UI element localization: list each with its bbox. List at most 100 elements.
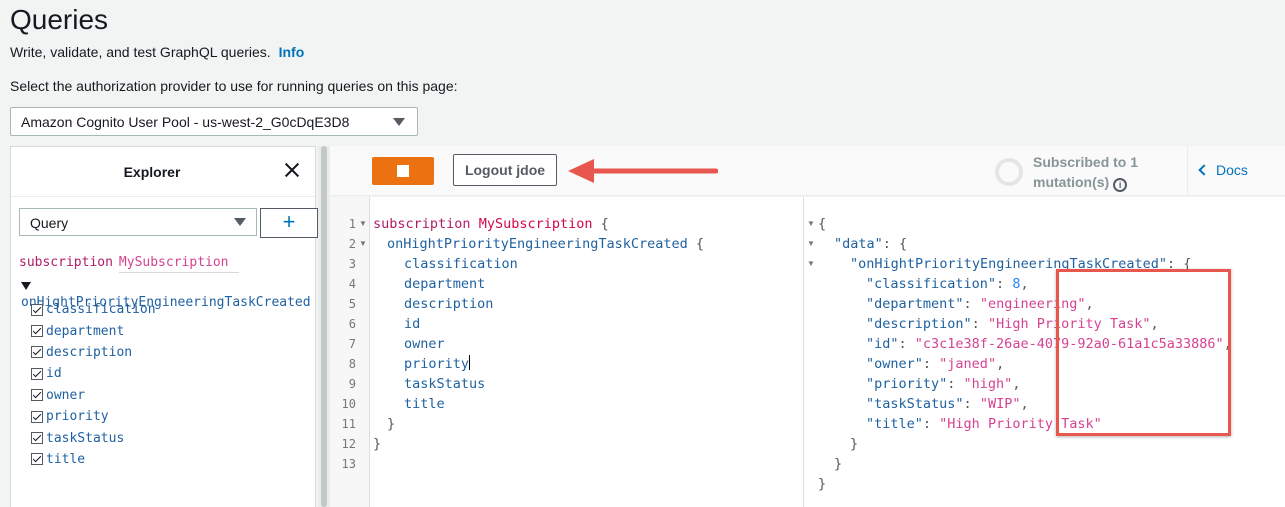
fold-arrow-icon[interactable]: ▼ xyxy=(359,214,367,234)
query-editor[interactable]: 1 ▼ 2 ▼ 3 4 5 6 7 8 9 10 11 12 13 subscr… xyxy=(330,197,803,507)
triangle-down-icon xyxy=(21,282,31,290)
info-icon[interactable]: i xyxy=(1113,178,1128,192)
stop-subscription-button[interactable] xyxy=(372,157,434,185)
page-title: Queries xyxy=(10,4,109,35)
field-label: description xyxy=(46,344,133,360)
checkbox-checked-icon xyxy=(31,303,43,316)
field-item-owner[interactable]: owner xyxy=(31,385,156,406)
auth-provider-label: Select the authorization provider to use… xyxy=(10,78,458,94)
result-brace: } xyxy=(818,476,827,492)
result-key: "department" xyxy=(866,296,964,312)
code-brace: } xyxy=(373,436,382,452)
checkbox-checked-icon xyxy=(31,432,43,445)
code-line: subscription MySubscription { xyxy=(373,214,609,234)
result-key: "description" xyxy=(866,316,972,332)
checkbox-checked-icon xyxy=(31,325,43,338)
result-key: "data" xyxy=(834,236,883,252)
subscription-status: Subscribed to 1 mutation(s) i xyxy=(995,152,1155,192)
result-key: "title" xyxy=(866,416,923,432)
result-brace: } xyxy=(850,436,859,452)
chevron-left-icon xyxy=(1198,164,1210,176)
result-entry: "taskStatus": "WIP", xyxy=(866,396,1029,412)
explorer-panel: Explorer Query + subscription MySubscript… xyxy=(10,146,318,507)
docs-label: Docs xyxy=(1216,162,1248,178)
auth-provider-select[interactable]: Amazon Cognito User Pool - us-west-2_G0c… xyxy=(10,107,418,136)
code-brace: { xyxy=(592,216,609,232)
query-toolbar: Logout jdoe Subscribed to 1 mutation(s) … xyxy=(330,146,1285,196)
code-field: owner xyxy=(404,336,445,352)
line-number: 7 xyxy=(348,337,356,351)
field-label: classification xyxy=(46,302,156,318)
code-field: id xyxy=(404,316,421,332)
explorer-field-list: classification department description id… xyxy=(31,299,156,470)
result-entry: "priority": "high", xyxy=(866,376,1021,392)
field-label: title xyxy=(46,451,86,467)
code-field: classification xyxy=(404,256,518,272)
operation-line: subscription MySubscription xyxy=(19,255,239,273)
docs-button[interactable]: Docs xyxy=(1198,162,1248,178)
line-number: 2 xyxy=(348,237,356,251)
result-value: "janed" xyxy=(939,356,997,372)
result-line: "data": { xyxy=(834,236,908,252)
checkbox-checked-icon xyxy=(31,410,43,423)
line-number: 5 xyxy=(348,297,356,311)
result-entry: "classification": 8, xyxy=(866,276,1029,292)
text-cursor xyxy=(469,355,471,370)
line-number: 9 xyxy=(348,377,356,391)
logout-button[interactable]: Logout jdoe xyxy=(453,154,557,186)
operation-name-input[interactable]: MySubscription xyxy=(118,255,239,273)
caret-down-icon xyxy=(393,118,405,126)
explorer-header: Explorer xyxy=(11,147,315,197)
field-item-classification[interactable]: classification xyxy=(31,299,156,320)
result-comma: , xyxy=(1012,376,1021,392)
subscription-status-text: Subscribed to 1 mutation(s) i xyxy=(1033,152,1138,192)
checkbox-checked-icon xyxy=(31,389,43,402)
code-brace: } xyxy=(387,416,396,432)
operation-type-value: Query xyxy=(30,215,69,231)
result-key: "owner" xyxy=(866,356,923,372)
annotation-arrow-icon xyxy=(568,159,718,183)
result-brace: { xyxy=(818,216,827,232)
checkbox-checked-icon xyxy=(31,346,43,359)
code-field: department xyxy=(404,276,486,292)
line-number: 6 xyxy=(348,317,356,331)
subscription-status-line1: Subscribed to 1 xyxy=(1033,154,1139,170)
code-line: priority xyxy=(404,354,471,374)
explorer-title: Explorer xyxy=(123,164,181,180)
code-field: priority xyxy=(404,356,470,372)
line-number: 11 xyxy=(341,417,356,431)
close-icon[interactable] xyxy=(283,161,301,179)
info-link[interactable]: Info xyxy=(279,44,305,60)
field-item-title[interactable]: title xyxy=(31,449,156,470)
code-keyword: subscription xyxy=(373,216,471,232)
field-label: taskStatus xyxy=(46,430,125,446)
subscription-status-line2: mutation(s) xyxy=(1033,174,1110,190)
fold-arrow-icon[interactable]: ▼ xyxy=(807,254,815,274)
code-field: taskStatus xyxy=(404,376,486,392)
field-item-department[interactable]: department xyxy=(31,320,156,341)
fold-arrow-icon[interactable]: ▼ xyxy=(807,214,815,234)
result-key: "id" xyxy=(866,336,899,352)
line-number: 12 xyxy=(341,437,356,451)
line-number: 10 xyxy=(341,397,356,411)
result-value: "high" xyxy=(963,376,1013,392)
fold-arrow-icon[interactable]: ▼ xyxy=(807,234,815,254)
operation-type-select[interactable]: Query xyxy=(19,208,257,236)
add-operation-button[interactable]: + xyxy=(260,208,318,238)
result-comma: , xyxy=(1020,396,1029,412)
line-number: 4 xyxy=(348,277,356,291)
result-key: "classification" xyxy=(866,276,997,292)
line-number: 1 xyxy=(348,217,356,231)
field-label: owner xyxy=(46,387,86,403)
field-item-description[interactable]: description xyxy=(31,342,156,363)
queries-page: Queries Write, validate, and test GraphQ… xyxy=(0,0,1285,507)
result-comma: , xyxy=(996,356,1005,372)
panel-resize-handle[interactable] xyxy=(318,146,330,507)
field-item-id[interactable]: id xyxy=(31,363,156,384)
result-entry: "owner": "janed", xyxy=(866,356,1005,372)
fold-arrow-icon[interactable]: ▼ xyxy=(359,234,367,254)
page-subtitle: Write, validate, and test GraphQL querie… xyxy=(10,44,304,60)
field-item-priority[interactable]: priority xyxy=(31,406,156,427)
field-item-taskStatus[interactable]: taskStatus xyxy=(31,427,156,448)
toolbar-divider xyxy=(1187,146,1188,196)
